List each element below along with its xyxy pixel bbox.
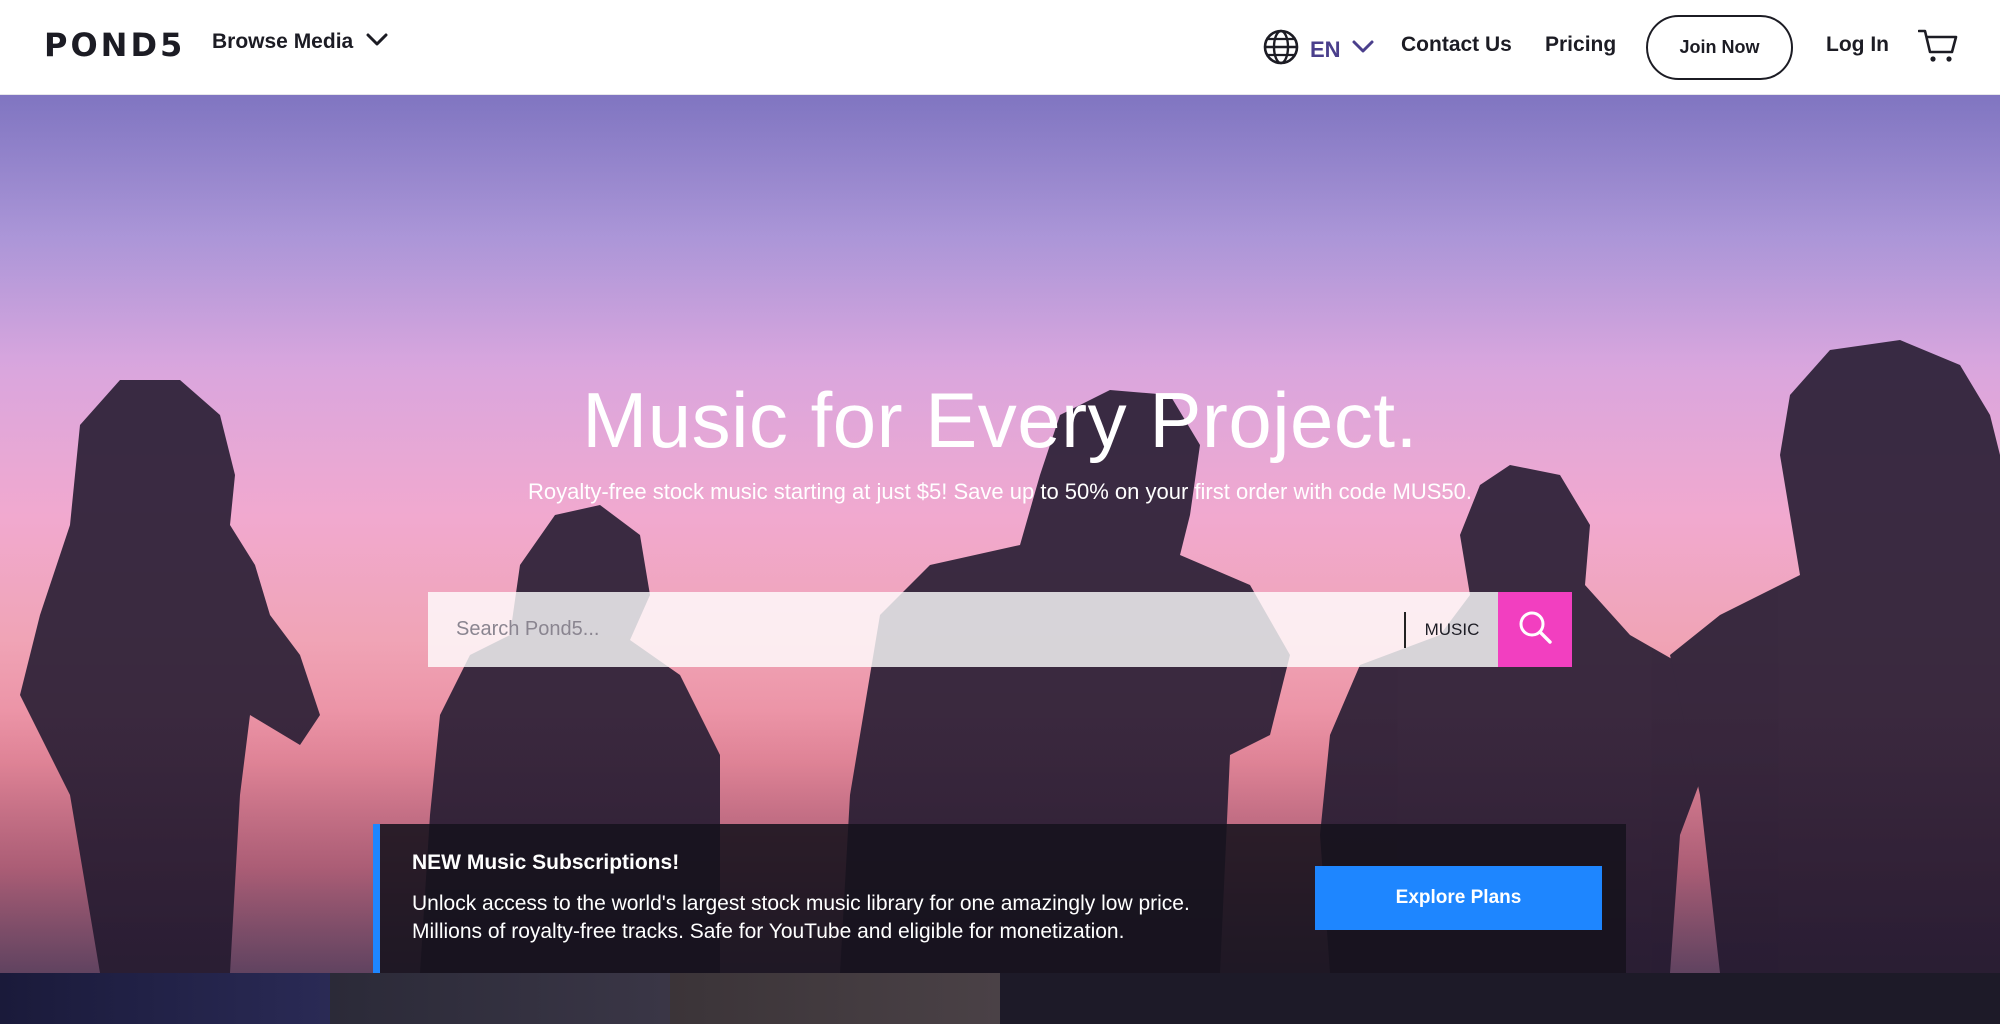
explore-plans-button[interactable]: Explore Plans bbox=[1315, 866, 1602, 930]
top-nav-bar: POND5 Browse Media EN Contact Us Pricing… bbox=[0, 0, 2000, 95]
chevron-down-icon bbox=[1351, 39, 1375, 60]
language-code: EN bbox=[1310, 36, 1341, 62]
globe-icon bbox=[1262, 28, 1300, 71]
subscription-promo-banner: NEW Music Subscriptions! Unlock access t… bbox=[373, 824, 1626, 973]
promo-description-line-2: Millions of royalty-free tracks. Safe fo… bbox=[412, 920, 1125, 943]
search-bar: MUSIC bbox=[428, 592, 1572, 667]
search-category-selector[interactable]: MUSIC bbox=[1406, 592, 1498, 667]
pond5-logo[interactable]: POND5 bbox=[44, 26, 185, 64]
browse-media-dropdown[interactable]: Browse Media bbox=[212, 30, 389, 54]
next-section-preview bbox=[0, 973, 2000, 1024]
hero-title: Music for Every Project. bbox=[582, 376, 1418, 464]
browse-media-label: Browse Media bbox=[212, 30, 354, 53]
log-in-link[interactable]: Log In bbox=[1826, 33, 1889, 57]
search-field-wrapper bbox=[428, 592, 1406, 667]
hero-subtitle: Royalty-free stock music starting at jus… bbox=[528, 479, 1472, 504]
thumbnail-image bbox=[330, 973, 670, 1024]
search-icon bbox=[1517, 609, 1553, 650]
thumbnail-image bbox=[0, 973, 330, 1024]
language-selector[interactable]: EN bbox=[1262, 28, 1375, 71]
pricing-link[interactable]: Pricing bbox=[1545, 33, 1616, 57]
promo-description-line-1: Unlock access to the world's largest sto… bbox=[412, 892, 1190, 915]
contact-us-link[interactable]: Contact Us bbox=[1401, 33, 1512, 57]
promo-title: NEW Music Subscriptions! bbox=[412, 851, 680, 874]
cart-icon[interactable] bbox=[1917, 28, 1958, 64]
join-now-button[interactable]: Join Now bbox=[1646, 15, 1793, 80]
chevron-down-icon bbox=[365, 30, 389, 54]
thumbnail-image bbox=[670, 973, 1000, 1024]
search-input[interactable] bbox=[428, 592, 1404, 667]
search-button[interactable] bbox=[1498, 592, 1572, 667]
